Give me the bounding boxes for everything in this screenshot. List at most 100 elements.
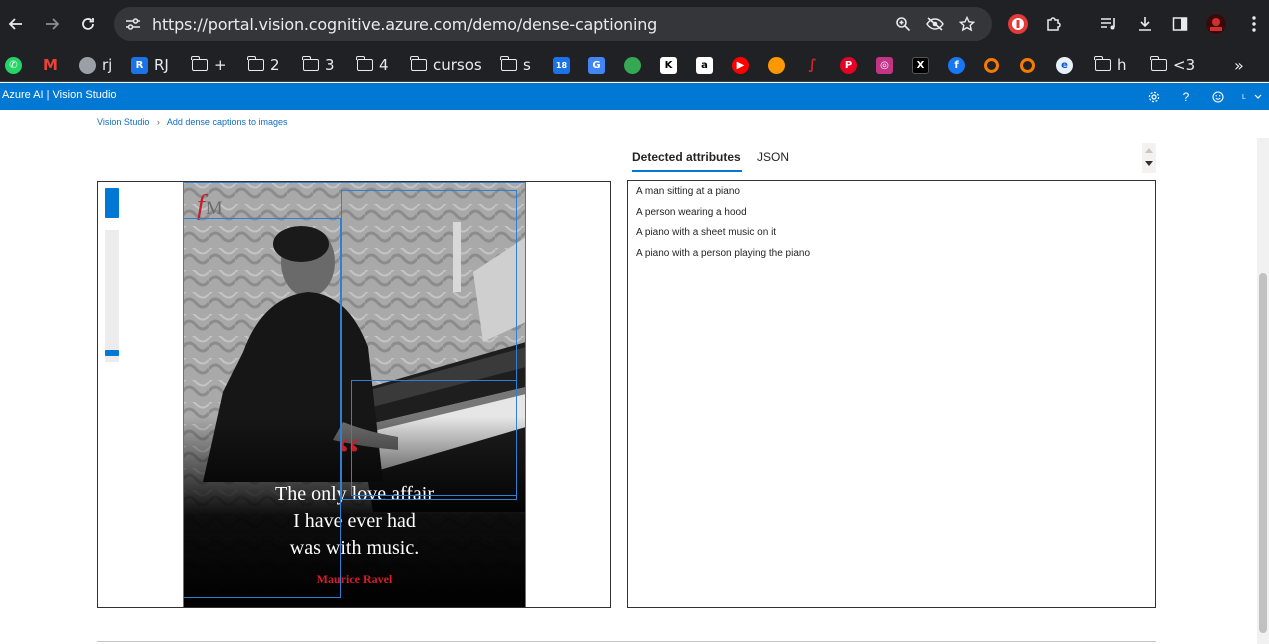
browser-menu-icon[interactable] [1242,12,1266,36]
bookmark-swirl[interactable]: ∫ [804,54,821,76]
section-divider [97,641,1156,642]
bookmark-assistant[interactable] [624,54,641,76]
bookmarks-overflow-icon[interactable]: » [1234,54,1244,76]
bookmark-orange[interactable] [768,54,785,76]
azure-header: Azure AI | Vision Studio ? L [0,83,1269,110]
bookmark-facebook[interactable]: f [948,54,965,76]
chevron-down-icon[interactable] [1249,88,1267,106]
k-icon: K [660,56,677,74]
forward-arrow-icon[interactable] [38,10,66,38]
extension-red-icon[interactable] [1006,12,1030,36]
edge-icon: e [1056,56,1073,74]
orange-ring-icon [1020,57,1035,73]
bookmark-calendar[interactable]: 18 [553,54,570,76]
zoom-in-control[interactable] [105,188,119,218]
folder-icon [302,56,319,71]
bookmark-label: 3 [325,56,335,74]
amazon-icon: a [696,56,713,74]
bookmark-whatsapp[interactable]: ✆ [5,54,22,76]
folder-icon [410,56,427,71]
bookmark-folder-cursos[interactable]: cursos [410,54,482,76]
bookmarks-bar: ✆ M rj R RJ + 2 3 4 cursos s 18 G K a ▶ … [0,48,1269,82]
back-arrow-icon[interactable] [2,10,30,38]
media-queue-icon[interactable] [1097,12,1121,36]
bookmark-gmail[interactable]: M [42,54,59,76]
bookmark-youtube-music[interactable]: ▶ [732,54,749,76]
calendar-icon: 18 [553,56,570,74]
bookmark-orange-ring-2[interactable] [1020,54,1035,76]
address-bar[interactable]: https://portal.vision.cognitive.azure.co… [114,7,992,41]
tab-detected-attributes[interactable]: Detected attributes [632,150,741,164]
caption-item[interactable]: A piano with a person playing the piano [636,248,810,259]
youtube-music-icon: ▶ [732,56,749,74]
bounding-box-piano-keys[interactable] [351,380,517,496]
bookmark-folder-4[interactable]: 4 [356,54,389,76]
app-title[interactable]: Azure AI | Vision Studio [2,89,117,101]
bookmark-folder-heart[interactable]: <3 [1150,54,1195,76]
bookmark-rj-globe[interactable]: rj [79,54,112,76]
download-icon[interactable] [1133,12,1157,36]
bookmark-translate[interactable]: G [588,54,605,76]
bookmark-label: 2 [270,56,280,74]
scroll-down-icon[interactable] [1145,161,1153,166]
bookmark-label: 4 [379,56,389,74]
breadcrumb-current[interactable]: Add dense captions to images [167,117,288,127]
bookmark-folder-h[interactable]: h [1094,54,1127,76]
eye-off-icon[interactable] [924,13,946,35]
bookmark-rj-app[interactable]: R RJ [131,54,169,76]
bounding-box-person[interactable] [183,218,341,598]
site-info-icon[interactable] [124,15,142,33]
side-panel-icon[interactable] [1168,12,1192,36]
reload-icon[interactable] [74,10,102,38]
zoom-icon[interactable] [892,13,914,35]
bookmark-label: s [523,56,531,74]
gmail-icon: M [43,56,58,74]
image-preview-panel: fM “ The only love affair I have ever ha… [97,181,611,608]
bookmark-folder-3[interactable]: 3 [302,54,335,76]
detected-attributes-panel: A man sitting at a piano A person wearin… [627,180,1156,608]
app-icon: R [131,56,148,74]
instagram-icon: ◎ [876,56,893,74]
tabs-scroll-control[interactable] [1142,143,1156,173]
chevron-double-right-icon: » [1234,55,1244,75]
bookmark-label: cursos [433,56,482,74]
folder-icon [356,56,373,71]
bookmark-label: RJ [154,56,169,74]
feedback-smiley-icon[interactable] [1209,88,1227,106]
page-scrollbar[interactable] [1257,138,1269,644]
page-scrollbar-thumb[interactable] [1259,273,1267,633]
zoom-slider-track[interactable] [105,230,119,362]
settings-gear-icon[interactable] [1145,88,1163,106]
zoom-slider-thumb[interactable] [105,350,119,356]
bookmark-folder-plus[interactable]: + [191,54,227,76]
bookmark-label: rj [102,56,113,74]
bookmark-instagram[interactable]: ◎ [876,54,893,76]
help-icon[interactable]: ? [1177,88,1195,106]
bookmark-k[interactable]: K [660,54,677,76]
profile-avatar-icon[interactable] [1204,12,1228,36]
caption-item[interactable]: A piano with a sheet music on it [636,227,776,238]
bookmark-amazon[interactable]: a [696,54,713,76]
folder-icon [1150,56,1167,71]
globe-icon [79,56,96,74]
folder-icon [1094,56,1111,71]
bookmark-orange-ring-1[interactable] [984,54,999,76]
bookmark-x[interactable]: X [912,54,929,76]
bookmark-star-icon[interactable] [956,13,978,35]
caption-item[interactable]: A person wearing a hood [636,207,747,218]
breadcrumb-home-link[interactable]: Vision Studio [97,117,149,127]
url-text[interactable]: https://portal.vision.cognitive.azure.co… [152,15,657,34]
active-tab-indicator [632,170,742,172]
bookmark-edge[interactable]: e [1056,54,1073,76]
bookmark-folder-s[interactable]: s [500,54,531,76]
analyzed-image: fM “ The only love affair I have ever ha… [183,182,526,607]
tab-json[interactable]: JSON [757,150,789,164]
facebook-icon: f [948,56,965,74]
extensions-puzzle-icon[interactable] [1042,12,1066,36]
browser-toolbar: https://portal.vision.cognitive.azure.co… [0,0,1269,48]
caption-item[interactable]: A man sitting at a piano [636,186,740,197]
scroll-up-icon[interactable] [1145,148,1153,153]
bookmark-pinterest[interactable]: P [840,54,857,76]
chevron-right-icon: › [156,117,160,127]
bookmark-folder-2[interactable]: 2 [247,54,280,76]
